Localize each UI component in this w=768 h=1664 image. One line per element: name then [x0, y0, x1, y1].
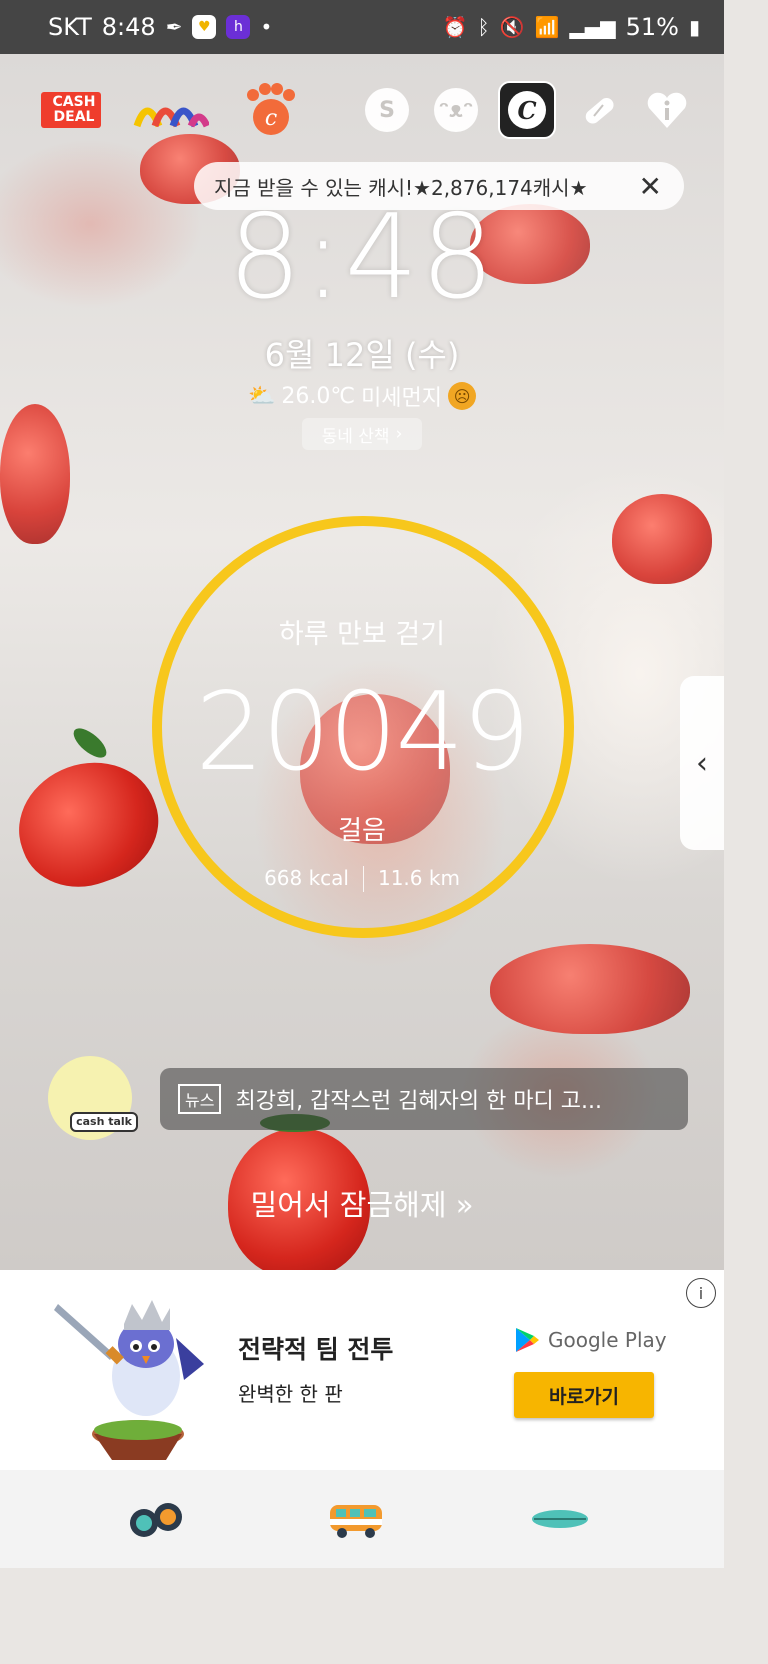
h-app-icon: h — [226, 15, 251, 39]
partly-cloudy-icon: ⛅ — [247, 383, 276, 409]
mute-icon: 🔇 — [499, 15, 525, 39]
c-app-shortcut-selected[interactable]: C — [497, 80, 557, 140]
van-nav[interactable] — [326, 1494, 386, 1544]
carrier-label: SKT — [48, 13, 92, 41]
swipe-to-unlock[interactable]: 밀어서 잠금해제 » — [0, 1182, 724, 1224]
google-play-badge: Google Play — [514, 1326, 667, 1354]
svg-text:c: c — [265, 106, 277, 131]
app-shortcut-row: CASH DEAL c S ᵔᴥᵔ C — [0, 80, 724, 144]
cash-banner-text: 지금 받을 수 있는 캐시!★2,876,174캐시★ — [214, 175, 588, 200]
cashdeal-shortcut[interactable]: CASH DEAL — [34, 80, 108, 140]
heart-info-icon — [647, 92, 687, 128]
cash-banner[interactable]: 지금 받을 수 있는 캐시!★2,876,174캐시★ ✕ — [194, 162, 684, 210]
arch-app-shortcut[interactable] — [132, 80, 210, 140]
dust-label: 미세먼지 — [361, 386, 443, 411]
van-icon — [330, 1505, 382, 1538]
heart-info-shortcut[interactable] — [644, 80, 690, 140]
pedometer-stats: 668 kcal 11.6 km — [0, 866, 724, 892]
chevron-left-icon: ‹ — [696, 745, 708, 781]
lockscreen-date: 6월 12일 (수) — [264, 336, 460, 374]
signal-icon: ▂▄▆ — [569, 15, 616, 39]
alarm-icon: ⏰ — [442, 15, 468, 39]
surfboard-nav[interactable] — [530, 1494, 590, 1544]
news-headline: 최강희, 갑작스런 김혜자의 한 마디 고... — [235, 1089, 602, 1114]
unlock-label: 밀어서 잠금해제 — [250, 1188, 456, 1222]
status-bar: SKT 8:48 ✒ ♥ h • ⏰ ᛒ 🔇 📶 ▂▄▆ 51% ▮ — [0, 0, 724, 54]
pill-icon — [585, 97, 614, 124]
s-logo-icon: S — [365, 88, 409, 132]
feather-icon: ✒ — [165, 15, 183, 39]
paw-cash-shortcut[interactable]: c — [240, 80, 300, 140]
dot-icon: • — [260, 15, 273, 39]
pedometer-title: 하루 만보 걷기 — [278, 619, 446, 650]
side-panel-handle[interactable]: ‹ — [680, 676, 724, 850]
walk-button-label: 동네 산책 — [321, 426, 390, 447]
status-time: 8:48 — [101, 13, 156, 41]
wallpaper-strawberry — [612, 494, 712, 584]
distance: 11.6 km — [377, 866, 460, 890]
battery-percent: 51% — [625, 13, 679, 41]
walk-button[interactable]: 동네 산책 › — [302, 418, 422, 450]
battery-icon: ▮ — [688, 15, 700, 39]
google-play-label: Google Play — [548, 1328, 667, 1352]
ad-subtitle: 완벽한 한 판 — [238, 1382, 343, 1406]
step-count: 20049 — [195, 670, 531, 795]
google-play-icon — [516, 1328, 539, 1352]
wifi-icon: 📶 — [534, 15, 560, 39]
stats-divider — [362, 866, 364, 892]
news-tag: 뉴스 — [178, 1084, 222, 1114]
sad-face-icon: ☹ — [448, 382, 477, 410]
paw-c-icon: c — [247, 83, 295, 135]
cashtalk-badge: cash talk — [70, 1112, 138, 1132]
bluetooth-icon: ᛒ — [477, 15, 490, 39]
news-ticker[interactable]: 뉴스 최강희, 갑작스런 김혜자의 한 마디 고... — [160, 1068, 688, 1130]
bottom-bar — [0, 1470, 724, 1568]
ad-info-icon[interactable]: i — [686, 1278, 716, 1308]
binoculars-icon — [130, 1503, 182, 1537]
ad-game-character-image — [54, 1300, 204, 1460]
step-unit: 걸음 — [338, 816, 386, 846]
cashdeal-logo: CASH DEAL — [40, 92, 102, 128]
surfboard-icon — [532, 1510, 588, 1528]
c-coin-icon: C — [498, 81, 556, 139]
wallpaper-strawberry — [490, 944, 690, 1034]
smile-app-shortcut[interactable]: ᵔᴥᵔ — [433, 80, 479, 140]
wallpaper-strawberry — [0, 404, 70, 544]
temperature: 26.0℃ — [281, 383, 356, 409]
binoculars-nav[interactable] — [126, 1494, 186, 1544]
lockscreen-clock: 8:48 — [227, 190, 497, 325]
pill-app-shortcut[interactable] — [576, 80, 622, 140]
ad-banner[interactable]: i 전략적 팀 전투 완벽한 한 판 Google Play 바로가기 — [0, 1270, 724, 1470]
ad-cta-button[interactable]: 바로가기 — [514, 1372, 654, 1418]
smile-face-icon: ᵔᴥᵔ — [434, 88, 478, 132]
chevron-right-icon: › — [395, 424, 403, 444]
close-icon[interactable]: ✕ — [639, 170, 662, 203]
weather-row: ⛅ 26.0℃ 미세먼지 ☹ — [0, 380, 724, 412]
calories: 668 kcal — [264, 866, 349, 890]
double-chevron-right-icon: » — [455, 1188, 474, 1222]
arch-logo-icon — [133, 107, 209, 128]
ad-title: 전략적 팀 전투 — [238, 1335, 394, 1364]
s-app-shortcut[interactable]: S — [364, 80, 410, 140]
cashtalk-avatar[interactable]: cash talk — [48, 1056, 138, 1140]
heart-app-icon: ♥ — [192, 15, 217, 39]
